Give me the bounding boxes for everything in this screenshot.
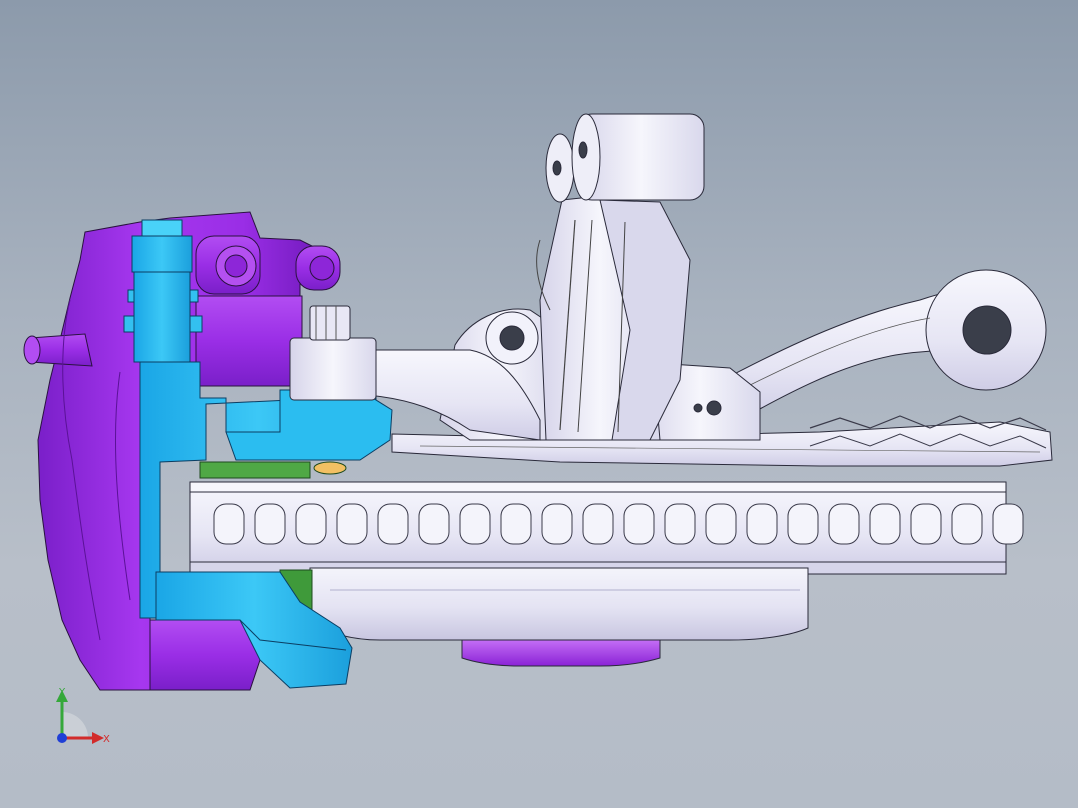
disc-vane [623,503,655,545]
disc-vane [336,503,368,545]
disc-vane [869,503,901,545]
disc-vane [541,503,573,545]
suspension-assembly-model[interactable] [0,0,1078,808]
graphics-viewport[interactable]: X Y [0,0,1078,808]
disc-vane [213,503,245,545]
disc-vane [377,503,409,545]
disc-vane [664,503,696,545]
disc-vane [910,503,942,545]
brake-disc[interactable] [189,481,1024,575]
disc-vane [951,503,983,545]
disc-vane [705,503,737,545]
x-axis-label: X [103,734,110,745]
hub-bearing[interactable] [461,639,661,667]
disc-vane [500,503,532,545]
disc-vane [582,503,614,545]
disc-vane [418,503,450,545]
z-axis-dot [57,733,67,743]
disc-vane [295,503,327,545]
wheel-hub[interactable] [309,567,809,641]
disc-vane [992,503,1024,545]
disc-vane [787,503,819,545]
disc-vane [746,503,778,545]
disc-vane [459,503,491,545]
disc-vane [828,503,860,545]
y-axis-label: Y [59,687,66,698]
disc-vane [254,503,286,545]
